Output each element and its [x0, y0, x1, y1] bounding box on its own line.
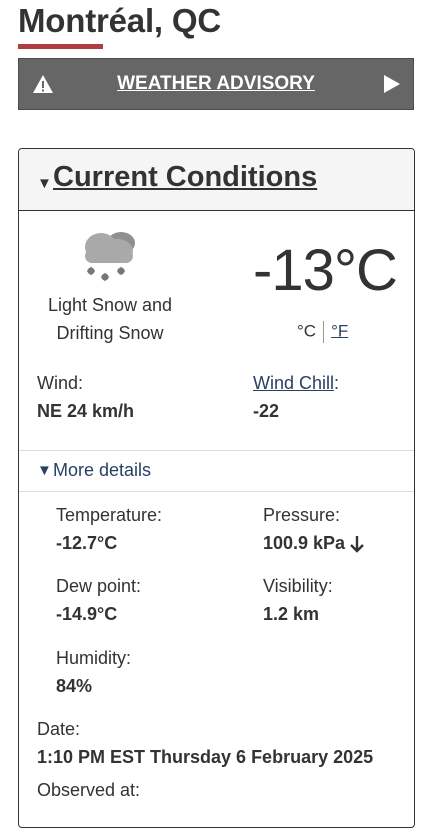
- collapse-triangle-icon: ▼: [37, 175, 52, 192]
- wind-value: NE 24 km/h: [37, 401, 135, 421]
- date-value: 1:10 PM EST Thursday 6 February 2025: [37, 747, 374, 767]
- current-temperature: -13°C: [253, 238, 398, 303]
- condition-line-2: Drifting Snow: [56, 323, 164, 343]
- title-underline: [18, 44, 103, 49]
- celsius-unit: °C: [297, 321, 317, 341]
- unit-switcher: °C °F: [297, 321, 348, 343]
- dew-point-label: Dew point:: [56, 576, 142, 596]
- play-arrow-icon: [384, 75, 400, 93]
- wind-label: Wind:: [37, 373, 84, 393]
- current-conditions-header[interactable]: ▼ Current Conditions: [19, 149, 414, 211]
- visibility-label: Visibility:: [263, 576, 333, 596]
- temperature-value: -12.7°C: [56, 533, 118, 553]
- wind-chill-link[interactable]: Wind Chill: [253, 373, 334, 393]
- pressure-label: Pressure:: [263, 505, 341, 525]
- pressure-row: 100.9 kPa: [263, 533, 365, 554]
- wind-chill-label: Wind Chill:: [253, 373, 339, 394]
- unit-divider: [323, 321, 325, 343]
- date-label: Date:: [37, 719, 81, 739]
- pressure-value: 100.9 kPa: [263, 533, 346, 553]
- weather-advisory-link[interactable]: WEATHER ADVISORY: [19, 73, 413, 95]
- page-title: Montréal, QC: [18, 2, 221, 39]
- observed-at-label: Observed at:: [37, 780, 141, 800]
- expand-triangle-icon: ▼: [37, 462, 52, 479]
- condition-description: Light Snow and Drifting Snow: [33, 291, 187, 347]
- humidity-label: Humidity:: [56, 648, 132, 668]
- more-details-toggle[interactable]: ▼ More details: [19, 450, 414, 492]
- fahrenheit-link[interactable]: °F: [331, 321, 348, 340]
- arrow-down-icon: [350, 536, 364, 553]
- more-details-label[interactable]: More details: [53, 460, 151, 481]
- humidity-value: 84%: [56, 676, 93, 696]
- weather-advisory-banner[interactable]: WEATHER ADVISORY: [18, 58, 414, 110]
- current-conditions-panel: ▼ Current Conditions Light Snow and Drif…: [18, 148, 415, 828]
- wind-chill-value: -22: [253, 401, 280, 421]
- condition-line-1: Light Snow and: [47, 295, 173, 315]
- light-snow-cloud-icon: [85, 232, 135, 281]
- current-conditions-title[interactable]: Current Conditions: [53, 161, 317, 194]
- visibility-value: 1.2 km: [263, 604, 320, 624]
- temperature-label: Temperature:: [56, 505, 163, 525]
- dew-point-value: -14.9°C: [56, 604, 118, 624]
- wind-chill-colon: :: [334, 373, 340, 393]
